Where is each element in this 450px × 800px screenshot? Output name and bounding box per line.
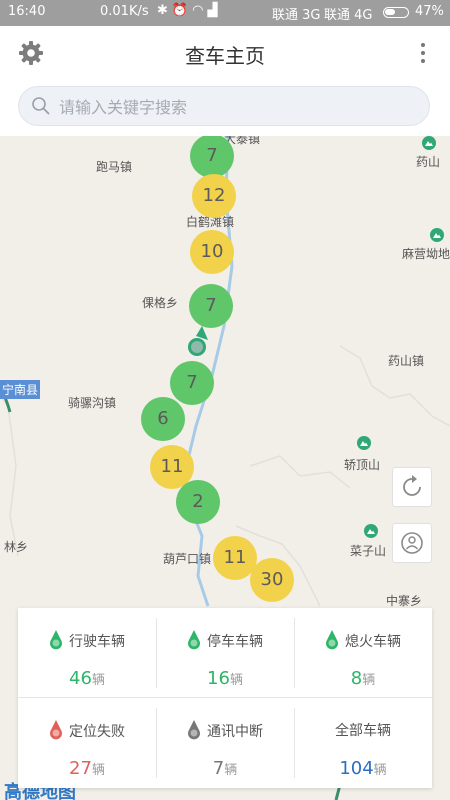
parked-vehicles-card[interactable]: 停车车辆 16辆	[156, 608, 294, 698]
search-icon	[32, 97, 50, 115]
comm-lost-label: 通讯中断	[207, 724, 263, 740]
comm-lost-card[interactable]: 通讯中断 7辆	[156, 698, 294, 788]
current-location-icon	[188, 326, 208, 356]
vehicle-cluster[interactable]: 2	[176, 480, 220, 524]
location-failed-label: 定位失败	[69, 724, 125, 740]
page-title: 查车主页	[185, 44, 265, 68]
unit-label: 辆	[91, 673, 105, 688]
place-label: 中寨乡	[386, 594, 423, 608]
all-vehicles-card[interactable]: 全部车辆 104辆	[294, 698, 432, 788]
unit-label: 辆	[229, 673, 243, 688]
mountain-label: 麻营坳地	[402, 247, 450, 261]
place-label: 药山镇	[388, 354, 425, 368]
battery-icon	[383, 7, 409, 18]
green-drop-icon	[326, 630, 338, 650]
alarm-icon: ⏰	[171, 3, 193, 18]
vehicle-cluster[interactable]: 7	[170, 361, 214, 405]
county-label: 宁南县	[0, 380, 41, 399]
green-drop-icon	[188, 630, 200, 650]
app-header: 查车主页	[0, 26, 450, 136]
mountain-icon	[364, 524, 378, 538]
mountain-icon	[357, 436, 371, 450]
carrier-2: 联通 4G	[324, 8, 373, 23]
unit-label: 辆	[91, 763, 105, 778]
green-drop-icon	[50, 630, 62, 650]
battery-percent: 47%	[415, 4, 444, 19]
status-time: 16:40	[8, 4, 46, 19]
vehicle-cluster[interactable]: 12	[192, 174, 236, 218]
driving-count: 46	[69, 668, 92, 689]
mountain-label: 药山	[416, 155, 441, 169]
location-failed-count: 27	[69, 758, 92, 779]
vehicle-summary-panel: 行驶车辆 46辆 停车车辆 16辆 熄火车辆 8辆 定位失败 27辆 通讯中断 …	[18, 608, 432, 788]
refresh-icon	[403, 475, 421, 496]
vehicle-cluster[interactable]: 7	[189, 284, 233, 328]
status-icons: ✱⏰◠▟	[157, 3, 221, 18]
refresh-button[interactable]	[392, 467, 432, 507]
place-label: 葫芦口镇	[163, 552, 212, 566]
all-count: 104	[339, 758, 374, 779]
locate-user-icon	[401, 532, 423, 554]
engine-off-label: 熄火车辆	[345, 634, 401, 650]
unit-label: 辆	[224, 763, 238, 778]
parked-label: 停车车辆	[207, 634, 263, 650]
wifi-icon: ◠	[192, 3, 208, 18]
place-label: 跑马镇	[96, 160, 133, 174]
gray-drop-icon	[188, 720, 200, 740]
more-vertical-icon[interactable]	[414, 40, 432, 66]
parked-count: 16	[207, 668, 230, 689]
mountain-icon	[422, 136, 436, 150]
place-label: 倮格乡	[142, 296, 179, 310]
search-input[interactable]	[57, 93, 421, 121]
signal-icon: ▟	[207, 3, 222, 18]
place-label: 林乡	[4, 540, 29, 554]
carrier-1: 联通 3G	[272, 8, 321, 23]
driving-label: 行驶车辆	[69, 634, 125, 650]
search-bar[interactable]	[18, 86, 430, 126]
engine-off-count: 8	[350, 668, 363, 689]
mountain-label: 轿顶山	[344, 458, 381, 472]
vehicle-cluster[interactable]: 7	[190, 136, 234, 178]
engine-off-vehicles-card[interactable]: 熄火车辆 8辆	[294, 608, 432, 698]
place-label: 骑骡沟镇	[68, 396, 117, 410]
vehicle-cluster[interactable]: 6	[141, 397, 185, 441]
network-speed: 0.01K/s	[100, 4, 149, 19]
all-label: 全部车辆	[335, 723, 391, 739]
mountain-label: 菜子山	[350, 544, 387, 558]
vehicle-cluster[interactable]: 10	[190, 230, 234, 274]
locate-user-button[interactable]	[392, 523, 432, 563]
vehicle-cluster[interactable]: 30	[250, 558, 294, 602]
location-failed-card[interactable]: 定位失败 27辆	[18, 698, 156, 788]
driving-vehicles-card[interactable]: 行驶车辆 46辆	[18, 608, 156, 698]
status-bar: 16:40 0.01K/s ✱⏰◠▟ 联通 3G 联通 4G 47%	[0, 0, 450, 26]
red-drop-icon	[50, 720, 62, 740]
bluetooth-icon: ✱	[157, 3, 172, 18]
mountain-icon	[430, 228, 444, 242]
unit-label: 辆	[362, 673, 376, 688]
comm-lost-count: 7	[212, 758, 225, 779]
unit-label: 辆	[373, 763, 387, 778]
